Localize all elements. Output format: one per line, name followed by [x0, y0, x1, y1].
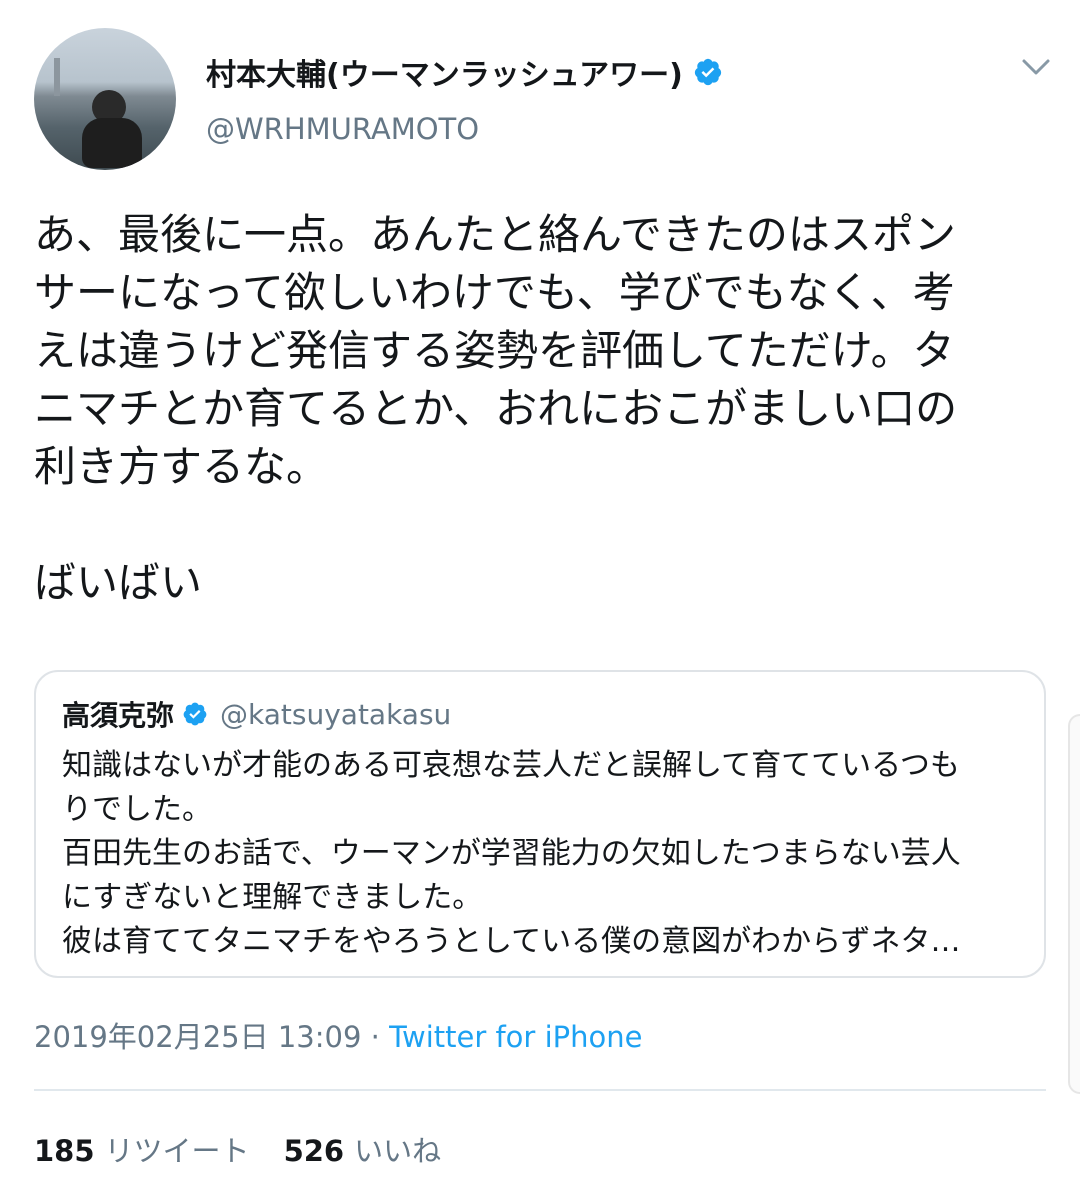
divider: [34, 1089, 1046, 1091]
like-count[interactable]: 526: [284, 1134, 345, 1168]
quoted-author-name: 高須克弥: [62, 699, 175, 732]
quoted-tweet-text: 知識はないが才能のある可哀想な芸人だと誤解して育てているつも りでした。 百田先…: [62, 748, 961, 959]
verified-badge-icon: [694, 58, 721, 86]
tweet-text: あ、最後に一点。あんたと絡んできたのはスポン サーになって欲しいわけでも、学びで…: [34, 210, 958, 607]
tweet-timestamp[interactable]: 2019年02月25日 13:09: [34, 1020, 361, 1054]
scrollbar[interactable]: [1068, 714, 1080, 1094]
quoted-tweet-header: 高須克弥 @katsuyatakasu: [62, 694, 451, 734]
avatar-person-body: [82, 118, 142, 168]
avatar-background-tower: [54, 58, 60, 96]
retweet-label[interactable]: リツイート: [105, 1134, 250, 1168]
author-handle[interactable]: @WRHMURAMOTO: [206, 112, 479, 146]
tweet-source-link[interactable]: Twitter for iPhone: [389, 1020, 642, 1054]
tweet-meta: 2019年02月25日 13:09 · Twitter for iPhone: [34, 1014, 642, 1056]
retweet-count[interactable]: 185: [34, 1134, 95, 1168]
tweet-stats: 185 リツイート 526 いいね: [34, 1128, 475, 1170]
quoted-author-handle: @katsuyatakasu: [220, 697, 452, 731]
quoted-tweet-card[interactable]: 高須克弥 @katsuyatakasu 知識はないが才能のある可哀想な芸人だと誤…: [34, 670, 1046, 978]
verified-badge-icon: [183, 702, 207, 726]
meta-separator: ·: [361, 1020, 390, 1054]
like-label[interactable]: いいね: [354, 1134, 441, 1168]
avatar[interactable]: [34, 28, 176, 170]
author-display-name[interactable]: 村本大輔(ウーマンラッシュアワー): [206, 50, 683, 94]
author-name-row: 村本大輔(ウーマンラッシュアワー): [206, 50, 723, 94]
tweet-detail: 村本大輔(ウーマンラッシュアワー) @WRHMURAMOTO あ、最後に一点。あ…: [0, 0, 1080, 1198]
chevron-down-icon[interactable]: [1020, 55, 1052, 81]
